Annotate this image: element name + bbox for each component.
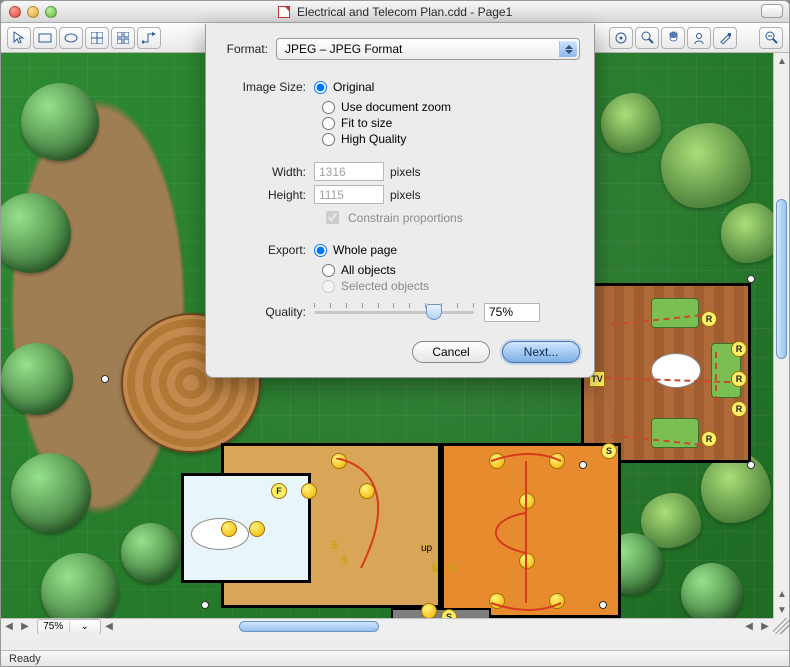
radio-input[interactable] (322, 133, 335, 146)
page-prev-button[interactable]: ◀ (1, 619, 17, 635)
scroll-up-button-2[interactable]: ▲ (774, 586, 789, 602)
ellipse-tool-button[interactable] (59, 27, 83, 49)
document-icon (278, 6, 290, 18)
zoom-out-button[interactable] (759, 27, 783, 49)
zoom-value: 75% (38, 621, 70, 632)
zoom-window-button[interactable] (45, 6, 57, 18)
width-unit: pixels (390, 165, 421, 179)
select-stepper-icon (559, 41, 577, 57)
format-select-value: JPEG – JPEG Format (285, 42, 402, 56)
dollar-symbol: $ (341, 553, 348, 567)
connector-tool-button[interactable] (137, 27, 161, 49)
image-size-high-quality-radio[interactable]: High Quality (322, 132, 580, 146)
titlebar: Electrical and Telecom Plan.cdd - Page1 (1, 1, 789, 23)
grid-tool-button[interactable] (85, 27, 109, 49)
zoom-dropdown-icon[interactable]: ⌄ (70, 621, 101, 632)
image-size-use-zoom-radio[interactable]: Use document zoom (322, 100, 580, 114)
pointer-tool-button[interactable] (7, 27, 31, 49)
quality-label: Quality: (220, 305, 314, 319)
r-symbol: R (731, 401, 747, 417)
format-label: Format: (220, 42, 276, 56)
export-all-objects-radio[interactable]: All objects (322, 263, 580, 277)
user-tool-button[interactable] (687, 27, 711, 49)
highlighter-tool-button[interactable] (713, 27, 737, 49)
horizontal-scroll-thumb[interactable] (239, 621, 379, 632)
horizontal-scrollbar[interactable]: ◀ ▶ 75% ⌄ ◀ ◀ ▶ (1, 618, 773, 634)
minimize-window-button[interactable] (27, 6, 39, 18)
scroll-down-button[interactable]: ▼ (774, 602, 789, 618)
scroll-right-button[interactable]: ▶ (757, 619, 773, 635)
up-label: up (421, 543, 432, 554)
checkbox-input[interactable] (326, 211, 339, 224)
width-input[interactable] (314, 162, 384, 181)
quality-slider[interactable] (314, 301, 474, 323)
statusbar: Ready (1, 650, 789, 666)
cells-tool-button[interactable] (111, 27, 135, 49)
export-whole-page-radio[interactable]: Whole page (314, 243, 397, 257)
rectangle-tool-button[interactable] (33, 27, 57, 49)
vertical-scroll-thumb[interactable] (776, 199, 787, 359)
snap-tool-button[interactable] (609, 27, 633, 49)
dollar-symbol: $ (431, 561, 438, 575)
height-label: Height: (220, 188, 314, 202)
s-symbol: S (441, 609, 457, 618)
width-label: Width: (220, 165, 314, 179)
r-symbol: R (731, 341, 747, 357)
window-title: Electrical and Telecom Plan.cdd - Page1 (1, 5, 789, 19)
page-next-button[interactable]: ▶ (17, 619, 33, 635)
scroll-left-button[interactable]: ◀ (101, 619, 117, 635)
radio-input[interactable] (322, 101, 335, 114)
quality-slider-knob[interactable] (426, 304, 442, 320)
height-input[interactable] (314, 185, 384, 204)
radio-input[interactable] (314, 81, 327, 94)
r-symbol: R (701, 311, 717, 327)
toolbar-group-right (609, 27, 783, 49)
export-label: Export: (220, 243, 314, 257)
image-size-original-radio[interactable]: Original (314, 80, 374, 94)
scroll-left-button-2[interactable]: ◀ (741, 619, 757, 635)
app-window: Electrical and Telecom Plan.cdd - Page1 (0, 0, 790, 667)
dollar-symbol: $ (449, 561, 456, 575)
zoom-tool-button[interactable] (635, 27, 659, 49)
radio-input[interactable] (322, 264, 335, 277)
cancel-button[interactable]: Cancel (412, 341, 490, 363)
radio-input[interactable] (314, 244, 327, 257)
vertical-scrollbar[interactable]: ▲ ▲ ▼ (773, 53, 789, 618)
scroll-up-button[interactable]: ▲ (774, 53, 789, 69)
radio-input (322, 280, 335, 293)
hand-tool-button[interactable] (661, 27, 685, 49)
height-unit: pixels (390, 188, 421, 202)
window-title-text: Electrical and Telecom Plan.cdd - Page1 (297, 5, 512, 19)
toolbar-toggle-button[interactable] (761, 4, 783, 18)
resize-grip[interactable] (773, 618, 789, 634)
window-controls (9, 6, 57, 18)
quality-value-input[interactable] (484, 303, 540, 322)
close-window-button[interactable] (9, 6, 21, 18)
zoom-display[interactable]: 75% ⌄ (37, 619, 101, 635)
r-symbol: R (731, 371, 747, 387)
status-text: Ready (9, 653, 41, 665)
f-symbol: F (271, 483, 287, 499)
image-size-label: Image Size: (220, 80, 314, 94)
radio-input[interactable] (322, 117, 335, 130)
r-symbol: R (701, 431, 717, 447)
export-dialog: Format: JPEG – JPEG Format Image Size: O… (205, 24, 595, 378)
dollar-symbol: $ (331, 538, 338, 552)
next-button[interactable]: Next... (502, 341, 580, 363)
export-selected-objects-radio: Selected objects (322, 279, 580, 293)
toolbar-group-left (7, 27, 161, 49)
constrain-proportions-checkbox[interactable]: Constrain proportions (322, 208, 580, 227)
format-select[interactable]: JPEG – JPEG Format (276, 38, 580, 60)
image-size-fit-radio[interactable]: Fit to size (322, 116, 580, 130)
